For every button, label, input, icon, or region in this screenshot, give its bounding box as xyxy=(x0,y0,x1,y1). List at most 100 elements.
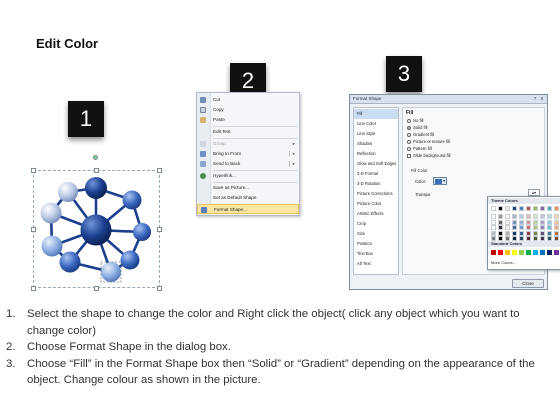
color-swatch[interactable] xyxy=(498,250,503,255)
menu-item-hyperlink[interactable]: Hyperlink... xyxy=(197,171,299,181)
color-swatch[interactable] xyxy=(491,214,496,220)
color-swatch[interactable] xyxy=(491,206,496,211)
menu-item-format-shape[interactable]: Format Shape... xyxy=(197,204,299,214)
option-solid-fill[interactable]: Solid fill xyxy=(407,125,427,130)
color-swatch[interactable] xyxy=(540,214,545,220)
category-fill[interactable]: Fill xyxy=(354,109,398,119)
category-artistic-effects[interactable]: Artistic Effects xyxy=(354,209,398,219)
color-swatch[interactable] xyxy=(491,250,496,255)
menu-item-bring-to-front[interactable]: Bring to Front │ ▸ xyxy=(197,149,299,159)
color-swatch[interactable] xyxy=(554,230,559,236)
color-swatch[interactable] xyxy=(540,230,545,236)
color-swatch[interactable] xyxy=(547,206,552,211)
color-swatch[interactable] xyxy=(519,214,524,220)
color-swatch[interactable] xyxy=(547,214,552,220)
category-size[interactable]: Size xyxy=(354,229,398,239)
molecule-diagram[interactable] xyxy=(28,164,168,294)
category-line-style[interactable]: Line Style xyxy=(354,129,398,139)
color-swatch[interactable] xyxy=(519,250,524,255)
transparency-spinner[interactable]: ▴▾ xyxy=(528,189,540,196)
color-swatch[interactable] xyxy=(533,206,538,211)
color-swatch[interactable] xyxy=(519,219,524,225)
category-3d-rotation[interactable]: 3-D Rotation xyxy=(354,179,398,189)
color-swatch[interactable] xyxy=(547,219,552,225)
color-swatch[interactable] xyxy=(554,214,559,220)
category-reflection[interactable]: Reflection xyxy=(354,149,398,159)
rotation-handle[interactable] xyxy=(93,155,98,160)
color-swatch[interactable] xyxy=(498,230,503,236)
option-picture-fill[interactable]: Picture or texture fill xyxy=(407,139,450,144)
color-swatch[interactable] xyxy=(498,214,503,220)
color-swatch[interactable] xyxy=(519,206,524,211)
color-swatch[interactable] xyxy=(554,206,559,211)
menu-item-save-as-picture[interactable]: Save as Picture... xyxy=(197,183,299,193)
close-button[interactable]: Close xyxy=(512,279,544,288)
option-slide-background-fill[interactable]: Slide background fill xyxy=(407,153,450,158)
more-colors-link[interactable]: More Colors... xyxy=(491,260,516,265)
close-icon[interactable]: X xyxy=(539,96,545,102)
color-swatch[interactable] xyxy=(512,214,517,220)
color-swatch[interactable] xyxy=(533,250,538,255)
category-alt-text[interactable]: Alt Text xyxy=(354,259,398,269)
color-swatch[interactable] xyxy=(540,206,545,211)
color-swatch[interactable] xyxy=(491,225,496,231)
category-position[interactable]: Position xyxy=(354,239,398,249)
color-swatch[interactable] xyxy=(505,206,510,211)
option-no-fill[interactable]: No fill xyxy=(407,118,423,123)
category-line-color[interactable]: Line Color xyxy=(354,119,398,129)
color-swatch[interactable] xyxy=(505,214,510,220)
color-swatch[interactable] xyxy=(526,206,531,211)
color-swatch[interactable] xyxy=(526,214,531,220)
category-picture-color[interactable]: Picture Color xyxy=(354,199,398,209)
color-swatch[interactable] xyxy=(526,230,531,236)
color-swatch[interactable] xyxy=(554,219,559,225)
color-swatch[interactable] xyxy=(512,225,517,231)
color-swatch[interactable] xyxy=(512,230,517,236)
color-swatch[interactable] xyxy=(498,225,503,231)
menu-item-copy[interactable]: Copy xyxy=(197,105,299,115)
color-swatch[interactable] xyxy=(540,219,545,225)
color-swatch[interactable] xyxy=(533,214,538,220)
category-crop[interactable]: Crop xyxy=(354,219,398,229)
color-swatch[interactable] xyxy=(554,250,559,255)
color-swatch[interactable] xyxy=(498,219,503,225)
menu-item-send-to-back[interactable]: Send to Back │ ▸ xyxy=(197,159,299,169)
color-swatch[interactable] xyxy=(505,219,510,225)
category-text-box[interactable]: Text Box xyxy=(354,249,398,259)
color-swatch[interactable] xyxy=(505,250,510,255)
category-glow[interactable]: Glow and Soft Edges xyxy=(354,159,398,169)
color-swatch[interactable] xyxy=(519,225,524,231)
menu-item-cut[interactable]: Cut xyxy=(197,95,299,105)
category-picture-corrections[interactable]: Picture Corrections xyxy=(354,189,398,199)
color-swatch[interactable] xyxy=(547,225,552,231)
category-shadow[interactable]: Shadow xyxy=(354,139,398,149)
help-button[interactable]: ? xyxy=(532,96,538,102)
color-swatch[interactable] xyxy=(512,206,517,211)
color-swatch[interactable] xyxy=(498,206,503,211)
color-swatch[interactable] xyxy=(533,225,538,231)
menu-item-paste[interactable]: Paste xyxy=(197,115,299,125)
color-swatch[interactable] xyxy=(547,250,552,255)
menu-item-set-default-shape[interactable]: Set as Default Shape xyxy=(197,193,299,203)
color-swatch[interactable] xyxy=(540,225,545,231)
category-3d-format[interactable]: 3-D Format xyxy=(354,169,398,179)
color-swatch[interactable] xyxy=(554,225,559,231)
option-pattern-fill[interactable]: Pattern fill xyxy=(407,146,432,151)
color-swatch[interactable] xyxy=(505,230,510,236)
color-swatch[interactable] xyxy=(526,250,531,255)
menu-item-edit-text[interactable]: Edit Text xyxy=(197,127,299,137)
color-swatch[interactable] xyxy=(547,230,552,236)
color-swatch[interactable] xyxy=(512,219,517,225)
color-swatch[interactable] xyxy=(505,225,510,231)
color-swatch[interactable] xyxy=(491,219,496,225)
color-swatch[interactable] xyxy=(512,250,517,255)
color-swatch[interactable] xyxy=(519,230,524,236)
color-swatch[interactable] xyxy=(533,219,538,225)
color-swatch[interactable] xyxy=(526,225,531,231)
fill-color-picker-button[interactable]: ▾ xyxy=(433,177,447,185)
color-swatch[interactable] xyxy=(540,250,545,255)
color-swatch[interactable] xyxy=(526,219,531,225)
option-gradient-fill[interactable]: Gradient fill xyxy=(407,132,434,137)
color-swatch[interactable] xyxy=(533,230,538,236)
color-swatch[interactable] xyxy=(491,230,496,236)
